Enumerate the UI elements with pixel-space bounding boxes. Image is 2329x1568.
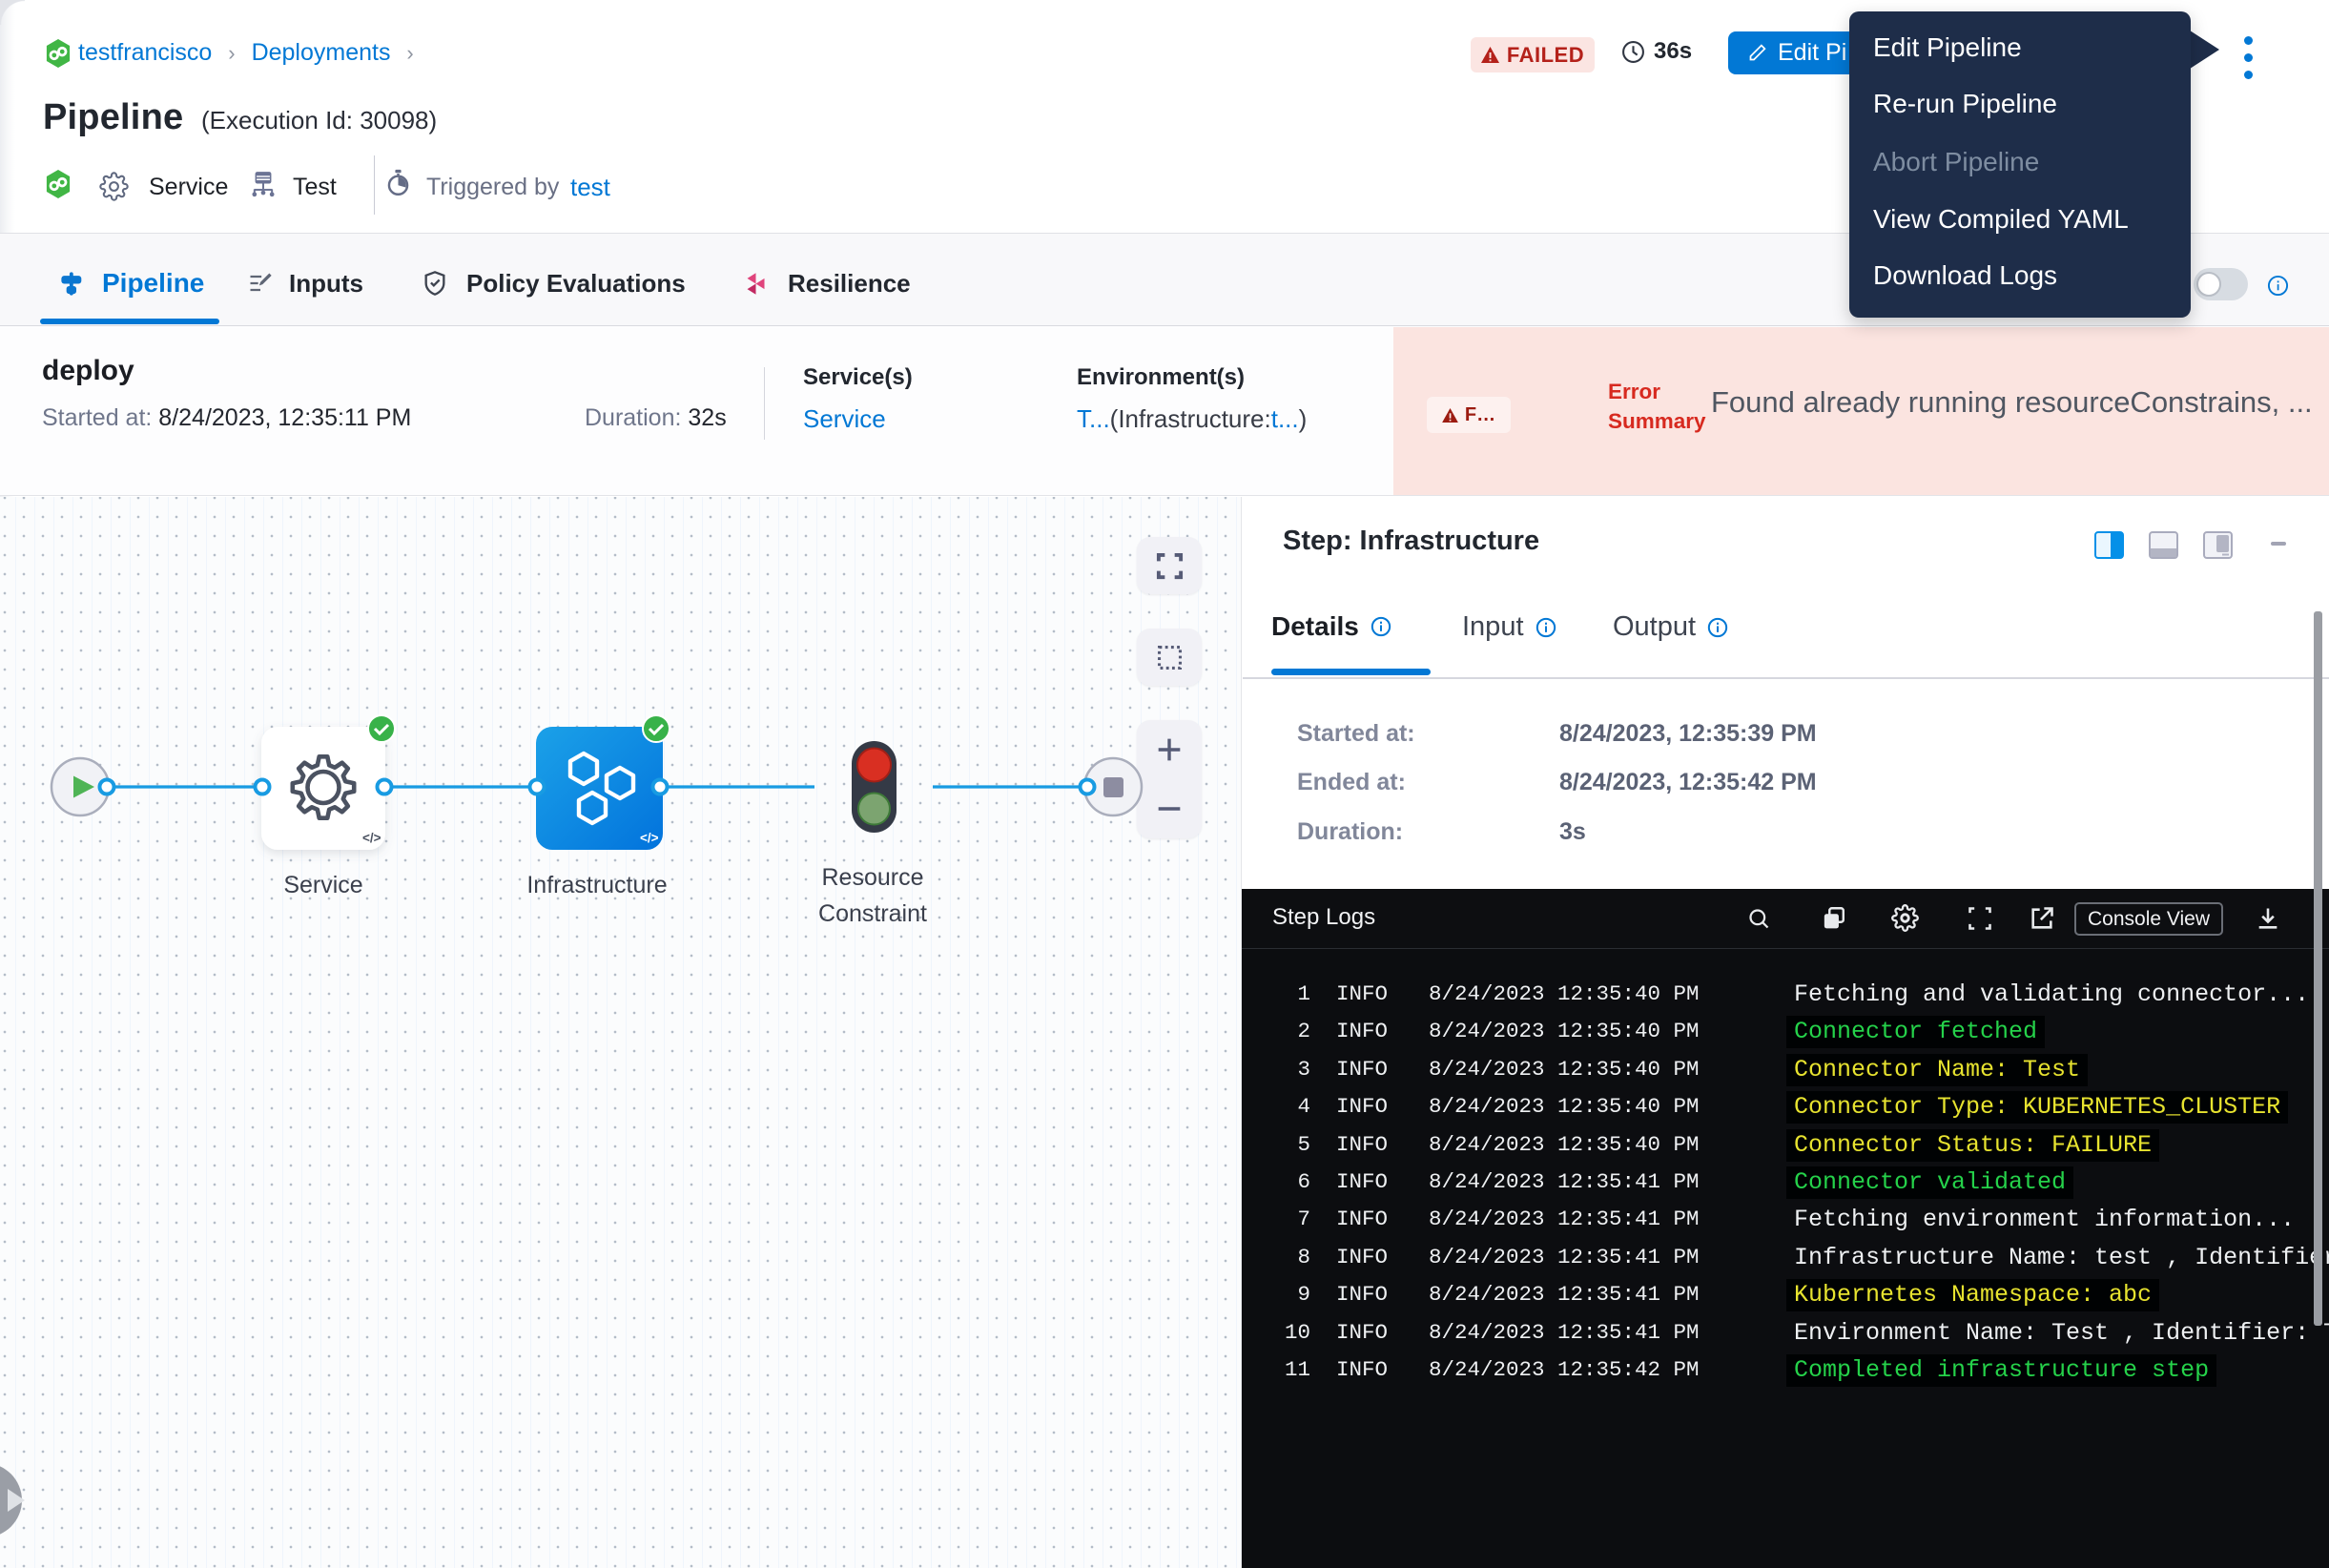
svg-text:</>: </> (640, 831, 659, 845)
svg-text:</>: </> (362, 831, 381, 845)
